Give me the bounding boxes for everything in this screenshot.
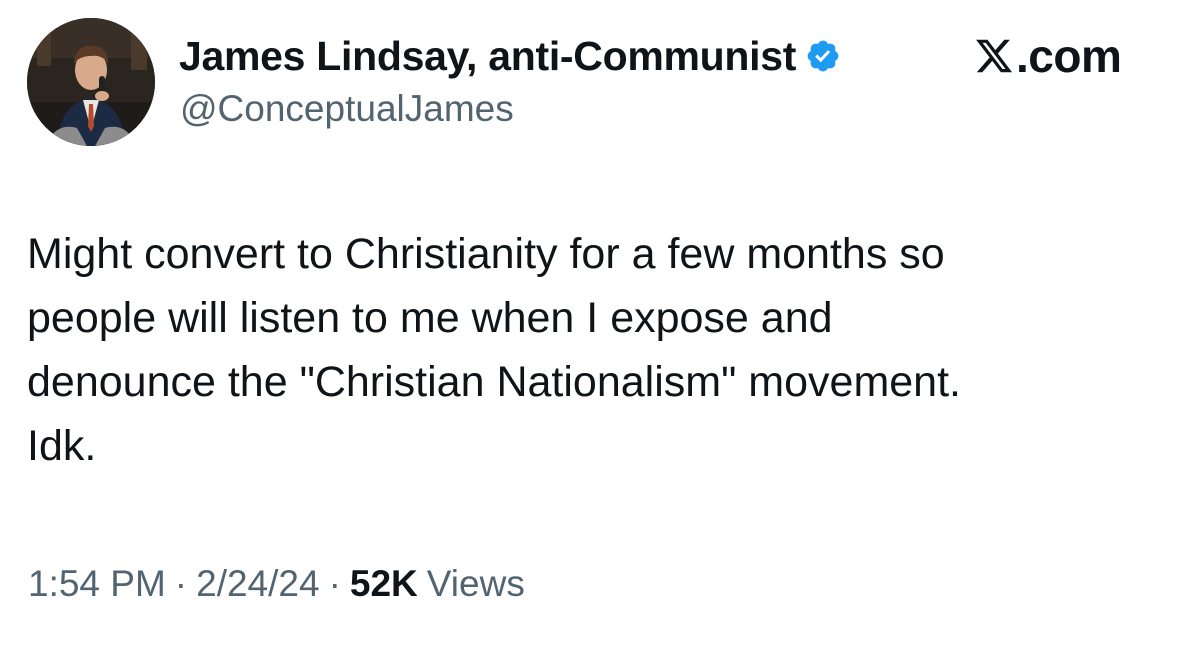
author-name-row: James Lindsay, anti-Communist [179, 32, 841, 80]
tweet-date[interactable]: 2/24/24 [196, 563, 319, 605]
brand-watermark: .com [974, 30, 1122, 82]
tweet-meta: 1:54 PM · 2/24/24 · 52K Views [28, 563, 525, 605]
views-label: Views [426, 563, 525, 604]
brand-domain: .com [1016, 30, 1122, 82]
meta-separator: · [328, 563, 341, 604]
meta-separator: · [174, 563, 188, 604]
display-name[interactable]: James Lindsay, anti-Communist [179, 33, 796, 80]
tweet-text: Might convert to Christianity for a few … [27, 230, 961, 470]
x-logo-icon [974, 36, 1014, 76]
avatar[interactable] [27, 18, 155, 146]
verified-badge-icon[interactable] [805, 38, 841, 74]
profile-photo [27, 18, 155, 146]
tweet-time[interactable]: 1:54 PM [28, 563, 166, 605]
author-handle[interactable]: @ConceptualJames [180, 88, 514, 130]
views-count[interactable]: 52K [350, 563, 418, 605]
